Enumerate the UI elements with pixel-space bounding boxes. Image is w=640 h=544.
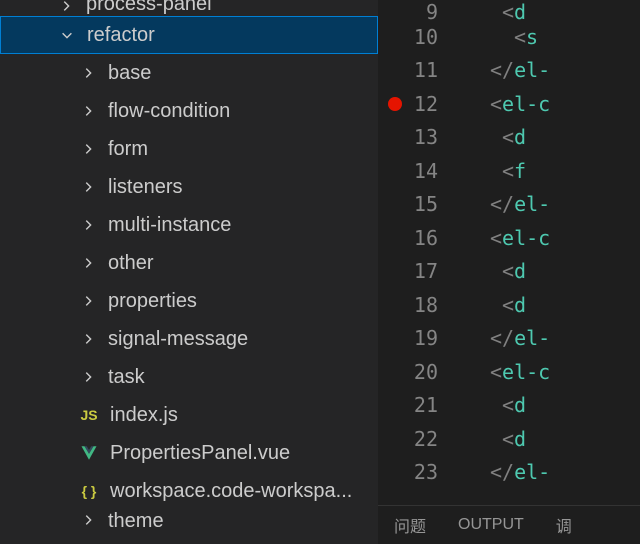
line-number: 18	[378, 288, 466, 322]
tree-folder[interactable]: flow-condition	[0, 92, 378, 130]
line-number: 23	[378, 456, 466, 490]
chevron-right-icon	[78, 253, 98, 273]
code-line: <d	[466, 255, 640, 289]
file-icon: { }	[78, 480, 100, 502]
line-number: 9	[378, 0, 466, 20]
code-line: <el-c	[466, 221, 640, 255]
chevron-right-icon	[78, 367, 98, 387]
tree-label: refactor	[87, 24, 155, 47]
panel-tab-output[interactable]: OUTPUT	[442, 516, 540, 534]
tree-folder[interactable]: task	[0, 358, 378, 396]
code-line: <d	[466, 389, 640, 423]
tree-folder-refactor[interactable]: refactor	[0, 16, 378, 54]
tree-folder[interactable]: properties	[0, 282, 378, 320]
line-number: 21	[378, 389, 466, 423]
tree-folder[interactable]: other	[0, 244, 378, 282]
tree-file[interactable]: { } workspace.code-workspa...	[0, 472, 378, 510]
code-line: <d	[466, 121, 640, 155]
code-line: </el-	[466, 54, 640, 88]
line-number: 13	[378, 121, 466, 155]
line-number: 16	[378, 221, 466, 255]
chevron-right-icon	[78, 101, 98, 121]
tree-label: multi-instance	[108, 214, 231, 237]
tree-label: other	[108, 252, 154, 275]
tree-label: form	[108, 138, 148, 161]
bottom-panel-tabs: 问题 OUTPUT 调	[378, 505, 640, 544]
line-number: 22	[378, 422, 466, 456]
line-number: 17	[378, 255, 466, 289]
code-line: <d	[466, 422, 640, 456]
tree-folder[interactable]: base	[0, 54, 378, 92]
tree-label: properties	[108, 290, 197, 313]
chevron-right-icon	[78, 510, 98, 530]
code-line: </el-	[466, 456, 640, 490]
tree-folder[interactable]: form	[0, 130, 378, 168]
tree-label: theme	[108, 510, 164, 533]
code-line: </el-	[466, 188, 640, 222]
breakpoint-icon[interactable]	[388, 97, 402, 111]
line-number: 12	[378, 87, 466, 121]
chevron-right-icon	[78, 177, 98, 197]
chevron-right-icon	[78, 63, 98, 83]
line-number: 19	[378, 322, 466, 356]
line-number: 10	[378, 20, 466, 54]
code-line: <s	[466, 20, 640, 54]
tree-label: signal-message	[108, 328, 248, 351]
panel-tab-problems[interactable]: 问题	[378, 513, 442, 537]
file-explorer: process-panel refactor base flow-conditio…	[0, 0, 378, 544]
code-line: <el-c	[466, 355, 640, 389]
tree-label: workspace.code-workspa...	[110, 480, 352, 503]
line-number: 20	[378, 355, 466, 389]
tree-folder-cut-bottom[interactable]: theme	[0, 510, 378, 530]
tree-label: base	[108, 62, 151, 85]
chevron-right-icon	[78, 291, 98, 311]
line-number: 14	[378, 154, 466, 188]
tree-folder[interactable]: multi-instance	[0, 206, 378, 244]
file-icon: JS	[78, 404, 100, 426]
chevron-right-icon	[78, 215, 98, 235]
chevron-right-icon	[78, 329, 98, 349]
line-number-gutter: 91011121314151617181920212223	[378, 0, 466, 505]
file-icon	[78, 442, 100, 464]
panel-tab-debug[interactable]: 调	[540, 513, 588, 537]
tree-folder[interactable]: listeners	[0, 168, 378, 206]
tree-label: process-panel	[86, 0, 212, 16]
tree-file[interactable]: JS index.js	[0, 396, 378, 434]
tree-folder-cut-top[interactable]: process-panel	[0, 0, 378, 16]
tree-file[interactable]: PropertiesPanel.vue	[0, 434, 378, 472]
tree-label: flow-condition	[108, 100, 230, 123]
tree-label: index.js	[110, 404, 178, 427]
line-number: 11	[378, 54, 466, 88]
tree-label: task	[108, 366, 145, 389]
code-line: </el-	[466, 322, 640, 356]
code-editor[interactable]: 91011121314151617181920212223 <d<s</el-<…	[378, 0, 640, 544]
line-number: 15	[378, 188, 466, 222]
chevron-down-icon	[57, 25, 77, 45]
code-line: <d	[466, 0, 640, 20]
chevron-right-icon	[78, 139, 98, 159]
tree-label: listeners	[108, 176, 182, 199]
tree-label: PropertiesPanel.vue	[110, 442, 290, 465]
code-line: <el-c	[466, 87, 640, 121]
code-line: <f	[466, 154, 640, 188]
code-line: <d	[466, 288, 640, 322]
chevron-right-icon	[56, 0, 76, 16]
tree-folder[interactable]: signal-message	[0, 320, 378, 358]
code-content[interactable]: <d<s</el-<el-c<d<f</el-<el-c<d<d</el-<el…	[466, 0, 640, 505]
